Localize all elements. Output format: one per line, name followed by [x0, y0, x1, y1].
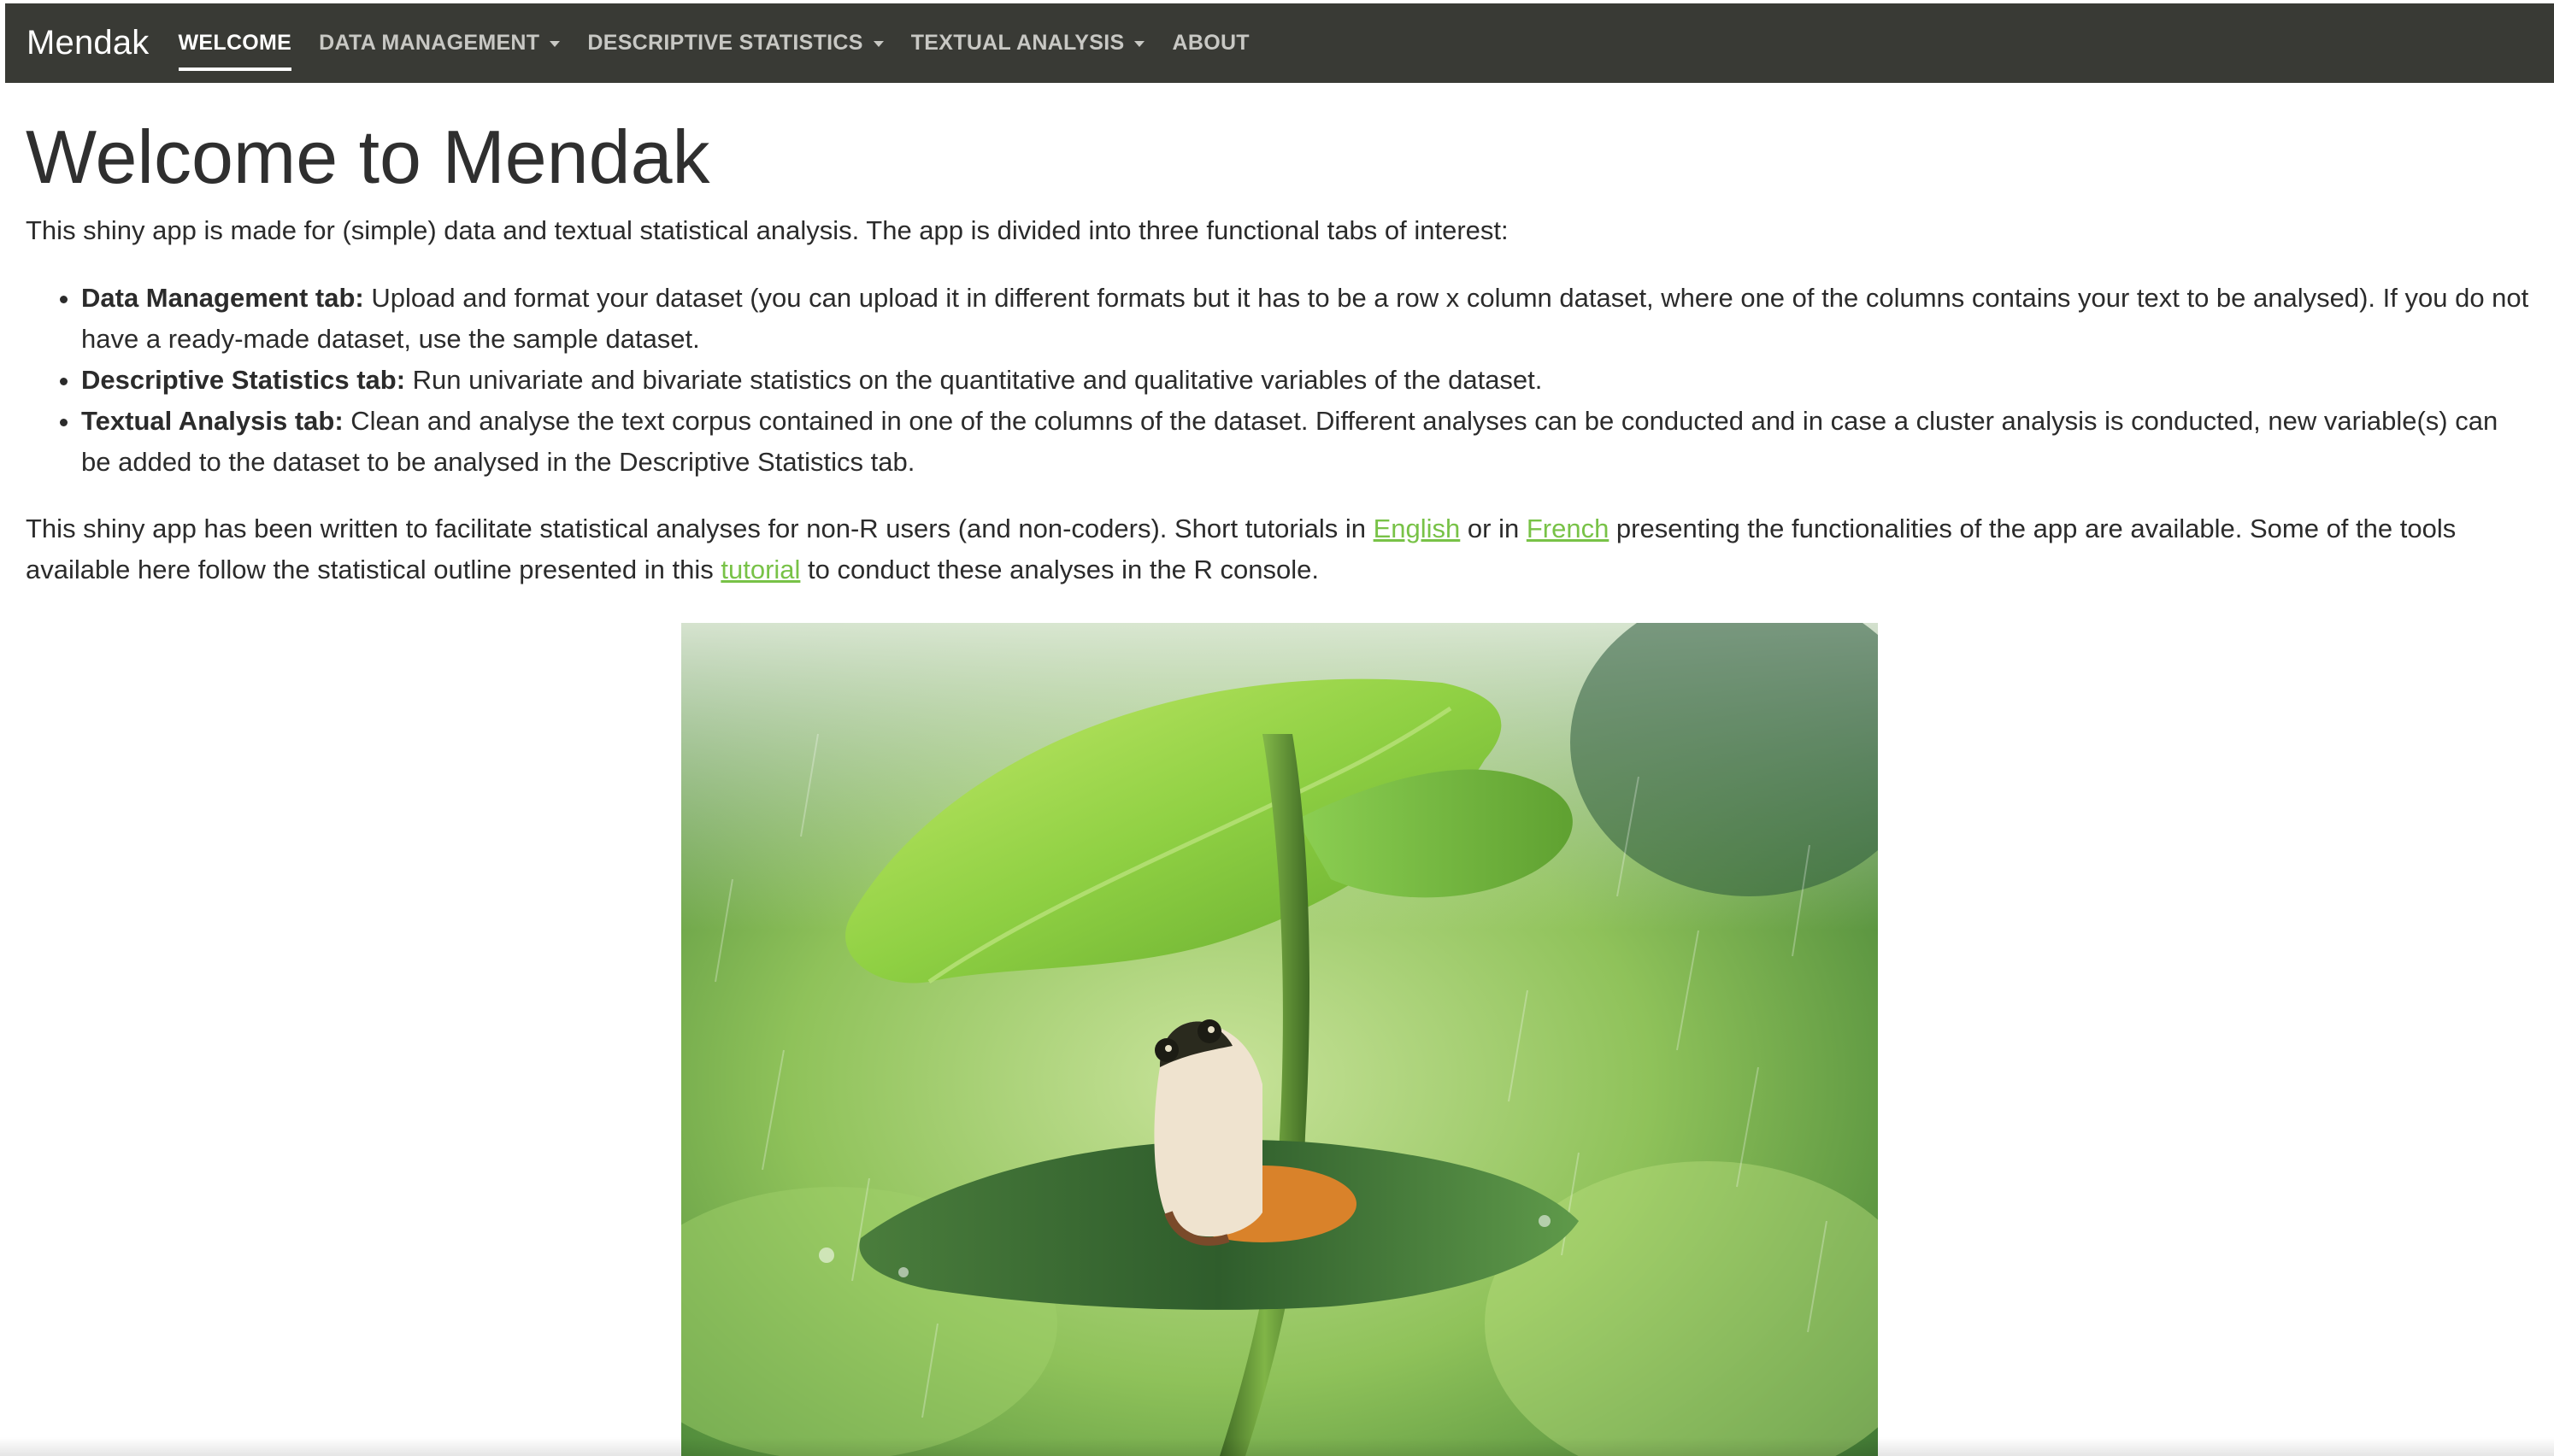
english-tutorial-link[interactable]: English: [1374, 514, 1461, 543]
outro-text: or in: [1460, 513, 1527, 543]
page-title: Welcome to Mendak: [26, 114, 710, 199]
list-item-data-management: Data Management tab: Upload and format y…: [81, 278, 2530, 360]
list-item-desc: Clean and analyse the text corpus contai…: [81, 405, 2498, 477]
caret-down-icon: [1134, 41, 1145, 47]
nav-tab-data-management[interactable]: DATA MANAGEMENT: [319, 3, 561, 83]
list-item-desc: Upload and format your dataset (you can …: [81, 282, 2529, 354]
nav-tab-label: DATA MANAGEMENT: [319, 31, 540, 55]
nav-tab-descriptive-statistics[interactable]: DESCRIPTIVE STATISTICS: [587, 3, 884, 83]
frog-under-leaf-icon: [681, 623, 1878, 1456]
tabs-list: Data Management tab: Upload and format y…: [26, 278, 2530, 483]
french-tutorial-link[interactable]: French: [1527, 514, 1609, 543]
nav-tab-label: WELCOME: [178, 31, 292, 55]
list-item-title: Textual Analysis tab:: [81, 405, 344, 436]
nav-tab-about[interactable]: ABOUT: [1172, 3, 1249, 83]
caret-down-icon: [550, 41, 561, 47]
outro-text: This shiny app has been written to facil…: [26, 513, 1374, 543]
outro-paragraph: This shiny app has been written to facil…: [26, 508, 2530, 590]
nav-tab-label: ABOUT: [1172, 31, 1250, 55]
top-navbar: Mendak WELCOME DATA MANAGEMENT DESCRIPTI…: [5, 3, 2554, 83]
list-item-textual-analysis: Textual Analysis tab: Clean and analyse …: [81, 401, 2530, 483]
bottom-shadow: [0, 1437, 2554, 1456]
list-item-title: Descriptive Statistics tab:: [81, 364, 406, 395]
list-item-title: Data Management tab:: [81, 282, 364, 313]
brand-logo[interactable]: Mendak: [26, 24, 150, 62]
outro-text: to conduct these analyses in the R conso…: [800, 554, 1319, 584]
list-item-desc: Run univariate and bivariate statistics …: [405, 364, 1543, 395]
welcome-content: Welcome to Mendak This shiny app is made…: [26, 83, 2530, 590]
nav-tab-welcome[interactable]: WELCOME: [178, 3, 292, 83]
nav-tab-label: TEXTUAL ANALYSIS: [910, 31, 1125, 55]
list-item-descriptive-statistics: Descriptive Statistics tab: Run univaria…: [81, 360, 2530, 401]
intro-paragraph: This shiny app is made for (simple) data…: [26, 214, 1509, 245]
caret-down-icon: [873, 41, 884, 47]
nav-tab-textual-analysis[interactable]: TEXTUAL ANALYSIS: [911, 3, 1145, 83]
nav-tab-label: DESCRIPTIVE STATISTICS: [587, 31, 863, 55]
r-tutorial-link[interactable]: tutorial: [721, 555, 800, 584]
frog-photo: [681, 623, 1878, 1456]
